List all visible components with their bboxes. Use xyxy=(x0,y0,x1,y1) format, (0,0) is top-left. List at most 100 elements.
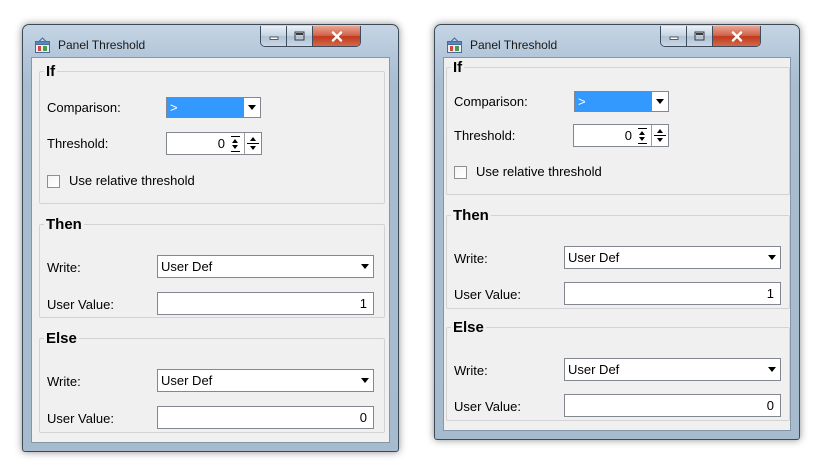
maximize-button[interactable] xyxy=(687,26,713,46)
threshold-stepper[interactable]: 0 xyxy=(166,132,262,155)
comparison-dropdown[interactable]: > xyxy=(166,97,261,118)
panel-threshold-window[interactable]: Panel Threshold If Comparison: > Thresho… xyxy=(22,24,399,452)
else-group-legend: Else xyxy=(453,319,484,336)
comparison-label: Comparison: xyxy=(454,94,528,109)
minimize-button[interactable] xyxy=(661,26,687,46)
threshold-spin-small[interactable] xyxy=(227,133,243,154)
if-group-legend: If xyxy=(453,59,463,76)
dropdown-button[interactable] xyxy=(243,98,260,117)
relative-threshold-label: Use relative threshold xyxy=(476,164,602,179)
threshold-stepper[interactable]: 0 xyxy=(573,124,669,147)
else-user-value-input[interactable]: 0 xyxy=(564,394,781,417)
else-write-dropdown[interactable]: User Def xyxy=(157,369,374,392)
window-client-area: If Comparison: > Threshold: 0 Use relati… xyxy=(31,57,390,443)
threshold-label: Threshold: xyxy=(454,128,516,143)
maximize-button[interactable] xyxy=(287,26,313,46)
spin-up-icon xyxy=(639,130,645,135)
dropdown-button[interactable] xyxy=(356,370,373,391)
if-group-legend: If xyxy=(46,63,56,80)
spin-down-icon xyxy=(656,138,663,142)
else-user-value-input[interactable]: 0 xyxy=(157,406,374,429)
else-write-selected-value: User Def xyxy=(161,373,213,388)
then-write-dropdown[interactable]: User Def xyxy=(564,246,781,269)
minimize-button[interactable] xyxy=(261,26,287,46)
then-group: Then Write: User Def User Value: 1 xyxy=(446,208,790,309)
chevron-down-icon xyxy=(360,264,369,269)
relative-threshold-checkbox[interactable] xyxy=(454,166,467,179)
threshold-spin-large[interactable] xyxy=(651,125,667,146)
chevron-down-icon xyxy=(360,378,369,383)
else-write-selected-value: User Def xyxy=(568,362,620,377)
then-write-selected-value: User Def xyxy=(161,259,213,274)
spin-divider-icon xyxy=(653,135,666,136)
else-group-legend: Else xyxy=(46,330,77,347)
then-user-value-label: User Value: xyxy=(47,297,114,312)
spin-divider-icon xyxy=(246,143,259,144)
spin-down-icon xyxy=(249,146,256,150)
title-bar[interactable]: Panel Threshold xyxy=(435,25,799,57)
then-user-value-input[interactable]: 1 xyxy=(157,292,374,315)
then-write-dropdown[interactable]: User Def xyxy=(157,255,374,278)
threshold-value: 0 xyxy=(624,128,632,143)
then-group-legend: Then xyxy=(46,216,82,233)
maximize-icon xyxy=(294,31,305,41)
dropdown-button[interactable] xyxy=(356,256,373,277)
minimize-icon xyxy=(669,36,678,40)
maximize-icon xyxy=(694,31,705,41)
then-user-value-input[interactable]: 1 xyxy=(564,282,781,305)
spin-bar-icon xyxy=(637,142,647,144)
else-write-label: Write: xyxy=(454,363,488,378)
close-button[interactable] xyxy=(313,26,360,46)
chevron-down-icon xyxy=(247,105,256,110)
close-icon xyxy=(331,30,342,42)
window-title: Panel Threshold xyxy=(58,38,146,52)
then-write-label: Write: xyxy=(454,251,488,266)
spin-up-icon xyxy=(249,137,256,141)
then-group: Then Write: User Def User Value: 1 xyxy=(39,217,385,318)
dropdown-button[interactable] xyxy=(763,359,780,380)
then-user-value-label: User Value: xyxy=(454,287,521,302)
chevron-down-icon xyxy=(767,255,776,260)
relative-threshold-checkbox[interactable] xyxy=(47,175,60,188)
relative-threshold-label: Use relative threshold xyxy=(69,173,195,188)
spin-down-icon xyxy=(232,144,238,149)
dropdown-button[interactable] xyxy=(651,92,668,111)
else-write-label: Write: xyxy=(47,374,81,389)
threshold-spin-large[interactable] xyxy=(244,133,260,154)
dropdown-button[interactable] xyxy=(763,247,780,268)
panel-app-icon xyxy=(447,37,462,53)
threshold-value: 0 xyxy=(217,136,225,151)
else-user-value-label: User Value: xyxy=(454,399,521,414)
threshold-label: Threshold: xyxy=(47,136,109,151)
close-icon xyxy=(731,30,742,42)
window-client-area: If Comparison: > Threshold: 0 Use relati… xyxy=(443,57,791,431)
if-group: If Comparison: > Threshold: 0 Use relati… xyxy=(446,60,790,195)
spin-bar-icon xyxy=(230,150,240,152)
comparison-selected-value: > xyxy=(575,92,652,111)
then-group-legend: Then xyxy=(453,207,489,224)
spin-up-icon xyxy=(656,129,663,133)
minimize-icon xyxy=(269,36,278,40)
chevron-down-icon xyxy=(767,367,776,372)
comparison-dropdown[interactable]: > xyxy=(574,91,669,112)
spin-bar-icon xyxy=(637,127,647,129)
threshold-spin-small[interactable] xyxy=(634,125,650,146)
comparison-selected-value: > xyxy=(167,98,244,117)
close-button[interactable] xyxy=(713,26,760,46)
spin-bar-icon xyxy=(230,135,240,137)
else-user-value-label: User Value: xyxy=(47,411,114,426)
panel-app-icon xyxy=(35,37,50,53)
chevron-down-icon xyxy=(655,99,664,104)
if-group: If Comparison: > Threshold: 0 Use relati… xyxy=(39,64,385,204)
else-group: Else Write: User Def User Value: 0 xyxy=(39,331,385,433)
panel-threshold-window[interactable]: Panel Threshold If Comparison: > Thresho… xyxy=(434,24,800,440)
window-title: Panel Threshold xyxy=(470,38,558,52)
caption-buttons xyxy=(260,26,361,47)
title-bar[interactable]: Panel Threshold xyxy=(23,25,398,57)
else-group: Else Write: User Def User Value: 0 xyxy=(446,320,790,421)
spin-down-icon xyxy=(639,136,645,141)
then-write-selected-value: User Def xyxy=(568,250,620,265)
else-write-dropdown[interactable]: User Def xyxy=(564,358,781,381)
comparison-label: Comparison: xyxy=(47,100,121,115)
caption-buttons xyxy=(660,26,761,47)
